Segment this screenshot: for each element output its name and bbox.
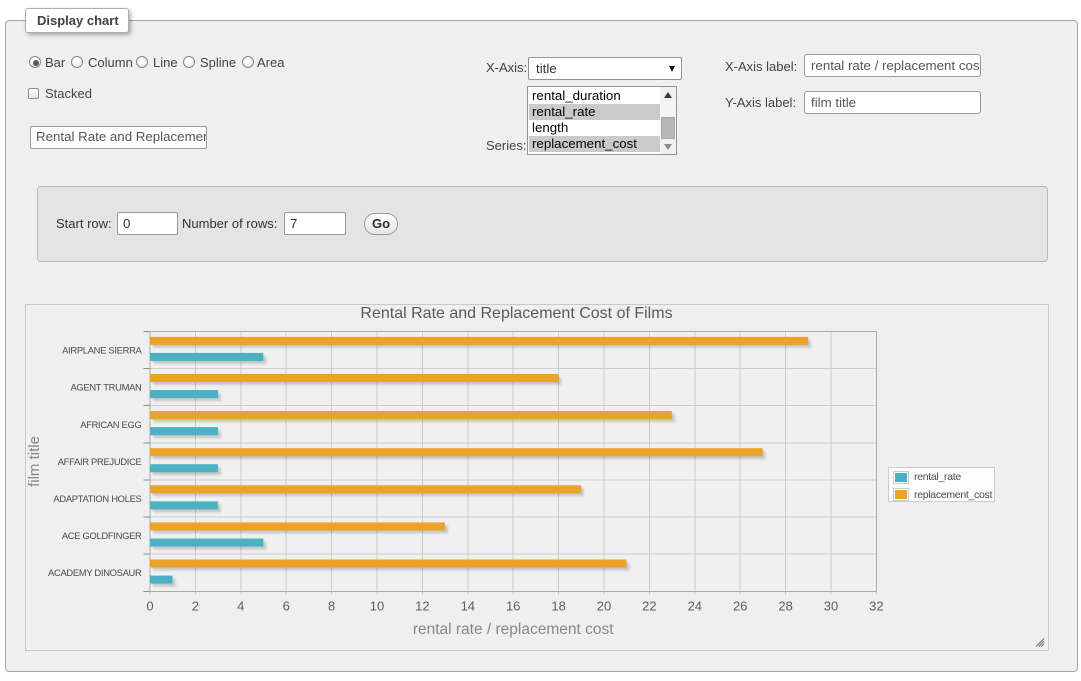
svg-text:30: 30 — [824, 599, 838, 614]
svg-text:ACADEMY DINOSAUR: ACADEMY DINOSAUR — [48, 567, 142, 578]
svg-text:ACE GOLDFINGER: ACE GOLDFINGER — [62, 530, 142, 541]
svg-text:4: 4 — [237, 599, 244, 614]
svg-text:22: 22 — [642, 599, 656, 614]
svg-text:2: 2 — [192, 599, 199, 614]
svg-text:ADAPTATION HOLES: ADAPTATION HOLES — [53, 493, 141, 504]
svg-text:AFRICAN EGG: AFRICAN EGG — [80, 419, 141, 430]
svg-text:6: 6 — [283, 599, 290, 614]
svg-text:AGENT TRUMAN: AGENT TRUMAN — [70, 382, 141, 393]
svg-text:14: 14 — [461, 599, 475, 614]
svg-text:16: 16 — [506, 599, 520, 614]
svg-text:28: 28 — [778, 599, 792, 614]
svg-text:32: 32 — [869, 599, 883, 614]
svg-text:12: 12 — [415, 599, 429, 614]
svg-text:24: 24 — [688, 599, 702, 614]
svg-text:8: 8 — [328, 599, 335, 614]
svg-text:rental rate / replacement cost: rental rate / replacement cost — [413, 621, 614, 638]
svg-text:10: 10 — [370, 599, 384, 614]
svg-text:AFFAIR PREJUDICE: AFFAIR PREJUDICE — [58, 456, 142, 467]
svg-text:18: 18 — [551, 599, 565, 614]
svg-text:20: 20 — [597, 599, 611, 614]
svg-text:0: 0 — [146, 599, 153, 614]
svg-text:26: 26 — [733, 599, 747, 614]
svg-text:AIRPLANE SIERRA: AIRPLANE SIERRA — [62, 345, 142, 356]
